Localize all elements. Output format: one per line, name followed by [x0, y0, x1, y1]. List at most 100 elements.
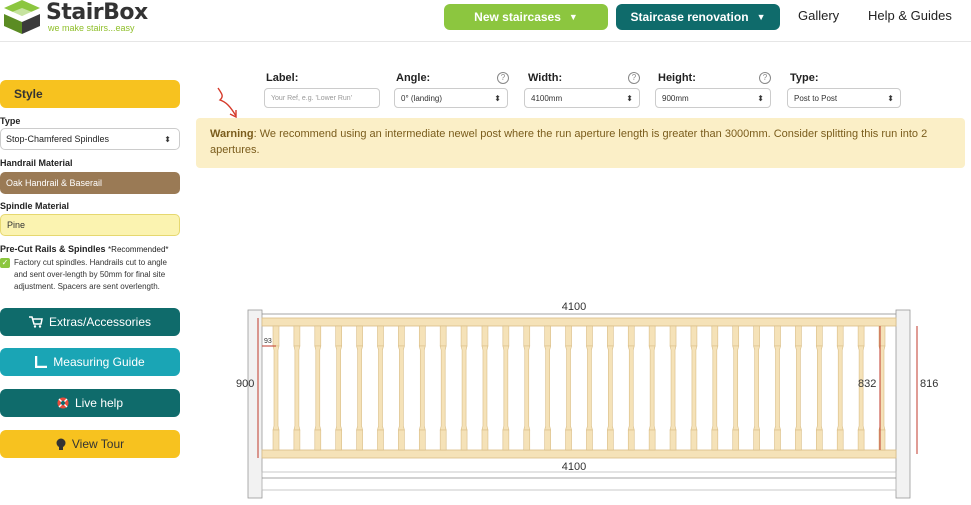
handrail-material-field[interactable]: Oak Handrail & Baserail [0, 172, 180, 194]
baserail [261, 449, 897, 459]
warning-prefix: Warning [210, 128, 254, 140]
extras-accessories-button[interactable]: Extras/Accessories [0, 308, 180, 336]
angle-heading: Angle: [396, 72, 431, 84]
spindle [418, 325, 426, 451]
handrail-material-label: Handrail Material [0, 158, 73, 168]
new-staircases-label: New staircases [474, 10, 561, 24]
spindle [690, 325, 698, 451]
spindle-group [272, 325, 886, 451]
run-type-select[interactable]: Post to Post ⬍ [787, 88, 901, 108]
spindle-material-field[interactable]: Pine [0, 214, 180, 236]
extras-accessories-label: Extras/Accessories [48, 315, 152, 329]
spindle [732, 325, 740, 451]
live-help-button[interactable]: Live help [0, 389, 180, 417]
live-help-label: Live help [74, 396, 124, 410]
floor-line [261, 471, 897, 491]
staircase-renovation-button[interactable]: Staircase renovation ▼ [616, 4, 780, 30]
run-type-value: Post to Post [794, 93, 838, 103]
gap-label: 93 [264, 338, 272, 345]
spindle [544, 325, 552, 451]
balustrade-diagram: 4100 4100 900 93 832 816 [236, 301, 938, 499]
spindle [314, 325, 322, 451]
spindle [293, 325, 301, 451]
select-arrows-icon: ⬍ [887, 93, 894, 103]
spindle [836, 325, 844, 451]
help-icon[interactable]: ? [497, 72, 509, 84]
measuring-guide-label: Measuring Guide [53, 355, 145, 369]
select-arrows-icon: ⬍ [757, 93, 764, 103]
ruler-icon [35, 356, 48, 368]
select-arrows-icon: ⬍ [494, 93, 501, 103]
spindle-type-value: Stop-Chamfered Spindles [6, 134, 110, 144]
precut-checkbox[interactable]: ✓ [0, 258, 10, 268]
spindle [815, 325, 823, 451]
help-icon[interactable]: ? [759, 72, 771, 84]
label-heading: Label: [266, 72, 299, 84]
top-width-label: 4100 [562, 301, 586, 313]
left-height-label: 900 [236, 378, 254, 390]
annotation-arrow-icon [217, 87, 237, 119]
gallery-link[interactable]: Gallery [798, 8, 839, 23]
right-height-label: 816 [920, 378, 938, 390]
height-value: 900mm [662, 93, 689, 103]
logo-icon [4, 0, 40, 34]
height-select[interactable]: 900mm ⬍ [655, 88, 771, 108]
spindle [523, 325, 531, 451]
type-heading: Type: [790, 72, 819, 84]
spindle [502, 325, 510, 451]
spindle-type-select[interactable]: Stop-Chamfered Spindles ⬍ [0, 128, 180, 150]
spindle [648, 325, 656, 451]
style-section-button[interactable]: Style [0, 80, 180, 108]
spindle [460, 325, 468, 451]
spindle [272, 325, 280, 451]
stairbox-logo[interactable]: StairBox we make stairs...easy [0, 0, 148, 40]
handrail [261, 317, 897, 327]
spindle [669, 325, 677, 451]
chevron-down-icon: ▼ [756, 12, 766, 22]
spindle [627, 325, 635, 451]
precut-recommended: *Recommended* [108, 245, 169, 254]
type-label: Type [0, 116, 21, 126]
spindle [397, 325, 405, 451]
spindle [774, 325, 781, 451]
top-header: StairBox we make stairs...easy New stair… [0, 0, 971, 42]
select-arrows-icon: ⬍ [164, 134, 171, 144]
width-heading: Width: [528, 72, 563, 84]
spindle [795, 325, 802, 451]
width-select[interactable]: 4100mm ⬍ [524, 88, 640, 108]
help-icon[interactable]: ? [628, 72, 640, 84]
spindle [356, 325, 363, 451]
right-newel-post [895, 309, 911, 499]
warning-text: : We recommend using an intermediate new… [210, 128, 928, 156]
precut-title: Pre-Cut Rails & Spindles *Recommended* [0, 244, 169, 254]
height-heading: Height: [658, 72, 696, 84]
select-arrows-icon: ⬍ [626, 93, 633, 103]
measuring-guide-button[interactable]: Measuring Guide [0, 348, 180, 376]
left-newel-post [247, 309, 263, 499]
help-guides-link[interactable]: Help & Guides [868, 8, 952, 23]
logo-title: StairBox [46, 0, 148, 25]
spindle [606, 325, 614, 451]
spindle [481, 325, 489, 451]
bottom-width-label: 4100 [562, 461, 586, 473]
spindle [711, 325, 719, 451]
angle-select[interactable]: 0° (landing) ⬍ [394, 88, 508, 108]
precut-description: Factory cut spindles. Handrails cut to a… [14, 258, 167, 291]
logo-tagline: we make stairs...easy [48, 23, 135, 33]
spindle [586, 325, 593, 451]
new-staircases-button[interactable]: New staircases ▼ [444, 4, 608, 30]
width-value: 4100mm [531, 93, 563, 103]
precut-title-text: Pre-Cut Rails & Spindles [0, 244, 106, 254]
spindle [439, 325, 447, 451]
lightbulb-icon [56, 438, 66, 450]
run-label-input[interactable]: Your Ref, e.g. 'Lower Run' [264, 88, 380, 108]
chevron-down-icon: ▼ [568, 12, 578, 22]
spindle-material-label: Spindle Material [0, 201, 70, 211]
cart-icon [28, 316, 43, 328]
view-tour-label: View Tour [71, 437, 125, 451]
lifebuoy-icon [57, 397, 69, 409]
spindle [377, 325, 384, 451]
angle-value: 0° (landing) [401, 93, 442, 103]
staircase-renovation-label: Staircase renovation [630, 10, 749, 24]
view-tour-button[interactable]: View Tour [0, 430, 180, 458]
